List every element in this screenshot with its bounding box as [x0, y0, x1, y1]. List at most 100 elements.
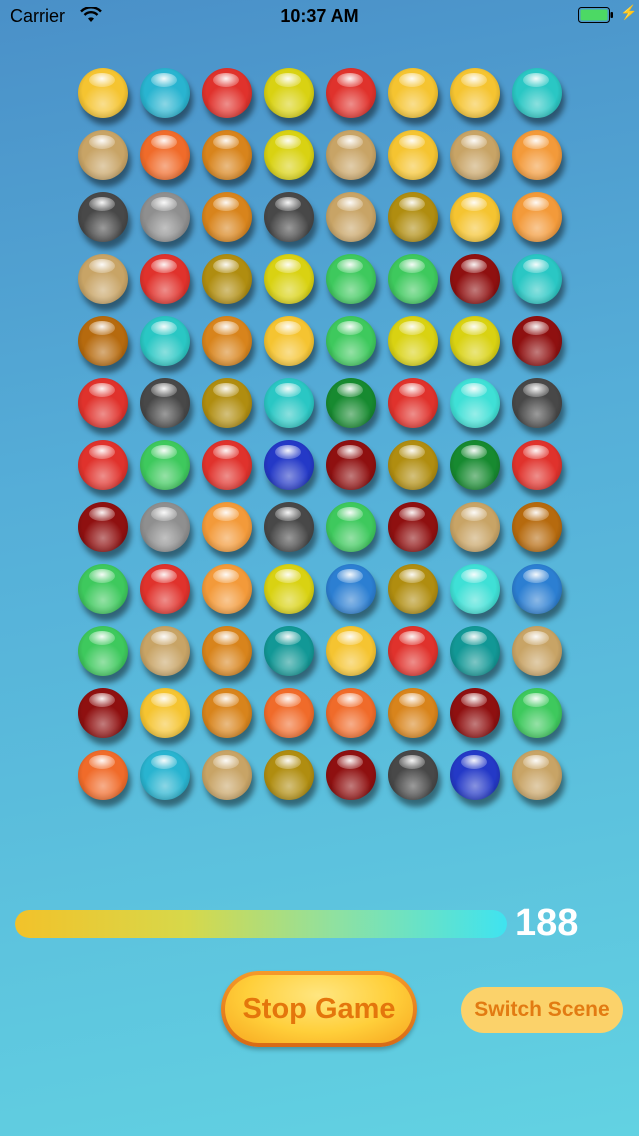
ball-lightcyan[interactable]	[450, 564, 500, 614]
ball-teal[interactable]	[512, 68, 562, 118]
ball-peach[interactable]	[512, 130, 562, 180]
ball-darkgray[interactable]	[78, 192, 128, 242]
ball-red[interactable]	[388, 626, 438, 676]
ball-tan[interactable]	[140, 626, 190, 676]
ball-green[interactable]	[326, 502, 376, 552]
ball-darkgray[interactable]	[512, 378, 562, 428]
ball-tan[interactable]	[512, 626, 562, 676]
ball-darkred[interactable]	[326, 440, 376, 490]
ball-darkgray[interactable]	[388, 750, 438, 800]
ball-darkred[interactable]	[78, 688, 128, 738]
ball-brown[interactable]	[78, 316, 128, 366]
ball-teal[interactable]	[264, 378, 314, 428]
ball-amber[interactable]	[388, 688, 438, 738]
ball-red[interactable]	[202, 68, 252, 118]
ball-darkred[interactable]	[78, 502, 128, 552]
game-board[interactable]	[76, 68, 572, 812]
ball-tan[interactable]	[78, 254, 128, 304]
ball-amber[interactable]	[202, 316, 252, 366]
ball-green[interactable]	[78, 564, 128, 614]
stop-game-button[interactable]: Stop Game	[221, 971, 417, 1047]
ball-gray[interactable]	[140, 192, 190, 242]
ball-green[interactable]	[326, 316, 376, 366]
ball-yellow[interactable]	[264, 316, 314, 366]
ball-darkred[interactable]	[450, 688, 500, 738]
ball-olive[interactable]	[264, 750, 314, 800]
ball-skyblue[interactable]	[512, 564, 562, 614]
ball-red[interactable]	[140, 254, 190, 304]
ball-lime[interactable]	[388, 316, 438, 366]
ball-brown[interactable]	[512, 502, 562, 552]
ball-yellow[interactable]	[388, 68, 438, 118]
ball-darkred[interactable]	[450, 254, 500, 304]
ball-olive[interactable]	[202, 378, 252, 428]
ball-olive[interactable]	[388, 564, 438, 614]
ball-deepteal[interactable]	[264, 626, 314, 676]
ball-yellow[interactable]	[78, 68, 128, 118]
ball-cyan[interactable]	[140, 68, 190, 118]
ball-tan[interactable]	[326, 192, 376, 242]
ball-red[interactable]	[78, 440, 128, 490]
ball-green[interactable]	[326, 254, 376, 304]
ball-darkgreen[interactable]	[326, 378, 376, 428]
ball-orange[interactable]	[264, 688, 314, 738]
ball-blue[interactable]	[450, 750, 500, 800]
switch-scene-button[interactable]: Switch Scene	[461, 987, 623, 1033]
ball-green[interactable]	[512, 688, 562, 738]
ball-gray[interactable]	[140, 502, 190, 552]
ball-teal[interactable]	[140, 316, 190, 366]
ball-darkgreen[interactable]	[450, 440, 500, 490]
ball-darkred[interactable]	[512, 316, 562, 366]
timer-bar-fill	[15, 910, 507, 938]
ball-red[interactable]	[140, 564, 190, 614]
ball-blue[interactable]	[264, 440, 314, 490]
ball-lime[interactable]	[264, 68, 314, 118]
ball-red[interactable]	[388, 378, 438, 428]
ball-deepteal[interactable]	[450, 626, 500, 676]
ball-darkgray[interactable]	[140, 378, 190, 428]
ball-teal[interactable]	[512, 254, 562, 304]
ball-yellow[interactable]	[326, 626, 376, 676]
ball-lime[interactable]	[450, 316, 500, 366]
ball-red[interactable]	[202, 440, 252, 490]
ball-olive[interactable]	[388, 192, 438, 242]
ball-lime[interactable]	[264, 564, 314, 614]
ball-green[interactable]	[140, 440, 190, 490]
ball-darkgray[interactable]	[264, 502, 314, 552]
ball-amber[interactable]	[202, 130, 252, 180]
ball-orange[interactable]	[326, 688, 376, 738]
ball-amber[interactable]	[202, 688, 252, 738]
ball-yellow[interactable]	[450, 68, 500, 118]
ball-tan[interactable]	[202, 750, 252, 800]
ball-tan[interactable]	[450, 130, 500, 180]
ball-yellow[interactable]	[450, 192, 500, 242]
ball-orange[interactable]	[78, 750, 128, 800]
ball-tan[interactable]	[78, 130, 128, 180]
ball-olive[interactable]	[388, 440, 438, 490]
ball-peach[interactable]	[202, 564, 252, 614]
ball-amber[interactable]	[202, 626, 252, 676]
ball-green[interactable]	[78, 626, 128, 676]
ball-lightcyan[interactable]	[450, 378, 500, 428]
ball-tan[interactable]	[326, 130, 376, 180]
ball-skyblue[interactable]	[326, 564, 376, 614]
ball-yellow[interactable]	[140, 688, 190, 738]
ball-tan[interactable]	[512, 750, 562, 800]
ball-tan[interactable]	[450, 502, 500, 552]
ball-olive[interactable]	[202, 254, 252, 304]
ball-peach[interactable]	[202, 502, 252, 552]
ball-darkred[interactable]	[326, 750, 376, 800]
ball-lime[interactable]	[264, 254, 314, 304]
ball-darkred[interactable]	[388, 502, 438, 552]
ball-red[interactable]	[326, 68, 376, 118]
ball-darkgray[interactable]	[264, 192, 314, 242]
ball-orange[interactable]	[140, 130, 190, 180]
ball-yellow[interactable]	[388, 130, 438, 180]
ball-peach[interactable]	[512, 192, 562, 242]
ball-red[interactable]	[78, 378, 128, 428]
ball-amber[interactable]	[202, 192, 252, 242]
ball-green[interactable]	[388, 254, 438, 304]
ball-lime[interactable]	[264, 130, 314, 180]
ball-red[interactable]	[512, 440, 562, 490]
ball-cyan[interactable]	[140, 750, 190, 800]
